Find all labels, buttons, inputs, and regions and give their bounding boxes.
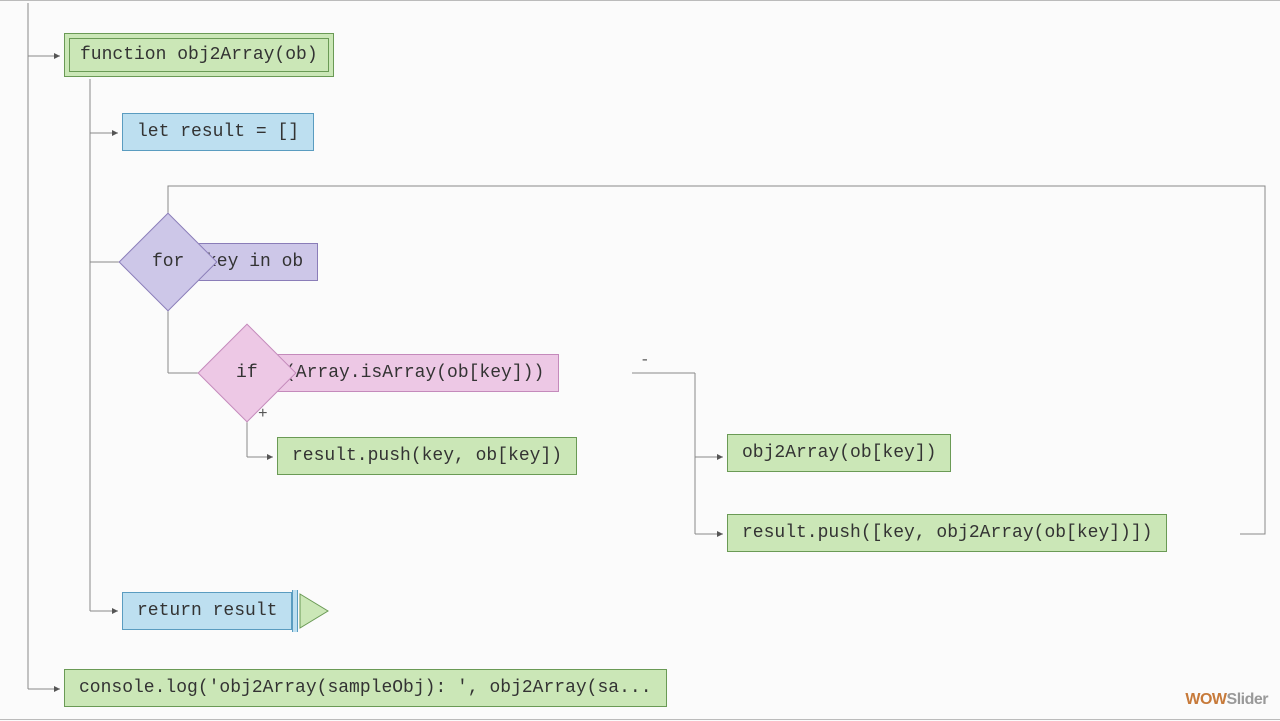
- console-log-label: console.log('obj2Array(sampleObj): ', ob…: [79, 678, 652, 698]
- if-node: if (Array.isArray(ob[key])): [212, 338, 559, 408]
- function-declaration-node: function obj2Array(ob): [64, 33, 334, 77]
- let-result-node: let result = []: [122, 113, 314, 151]
- if-diamond-icon: if: [198, 324, 297, 423]
- function-declaration-label: function obj2Array(ob): [69, 38, 329, 72]
- true-branch-label: result.push(key, ob[key]): [292, 446, 562, 466]
- return-label: return result: [122, 592, 292, 630]
- watermark: WOWSlider: [1185, 691, 1268, 709]
- false-call-label: obj2Array(ob[key]): [742, 443, 936, 463]
- true-branch-node: result.push(key, ob[key]): [277, 437, 577, 475]
- for-loop-node: for key in ob: [133, 227, 318, 297]
- false-push-node: result.push([key, obj2Array(ob[key])]): [727, 514, 1167, 552]
- if-false-label: -: [640, 351, 650, 369]
- for-diamond-icon: for: [119, 213, 218, 312]
- return-triangle-icon: [298, 590, 332, 632]
- false-push-label: result.push([key, obj2Array(ob[key])]): [742, 523, 1152, 543]
- if-condition-label: (Array.isArray(ob[key])): [270, 354, 559, 392]
- return-node: return result: [122, 590, 332, 632]
- if-true-label: +: [258, 405, 268, 423]
- false-call-node: obj2Array(ob[key]): [727, 434, 951, 472]
- console-log-node: console.log('obj2Array(sampleObj): ', ob…: [64, 669, 667, 707]
- let-result-label: let result = []: [137, 122, 299, 142]
